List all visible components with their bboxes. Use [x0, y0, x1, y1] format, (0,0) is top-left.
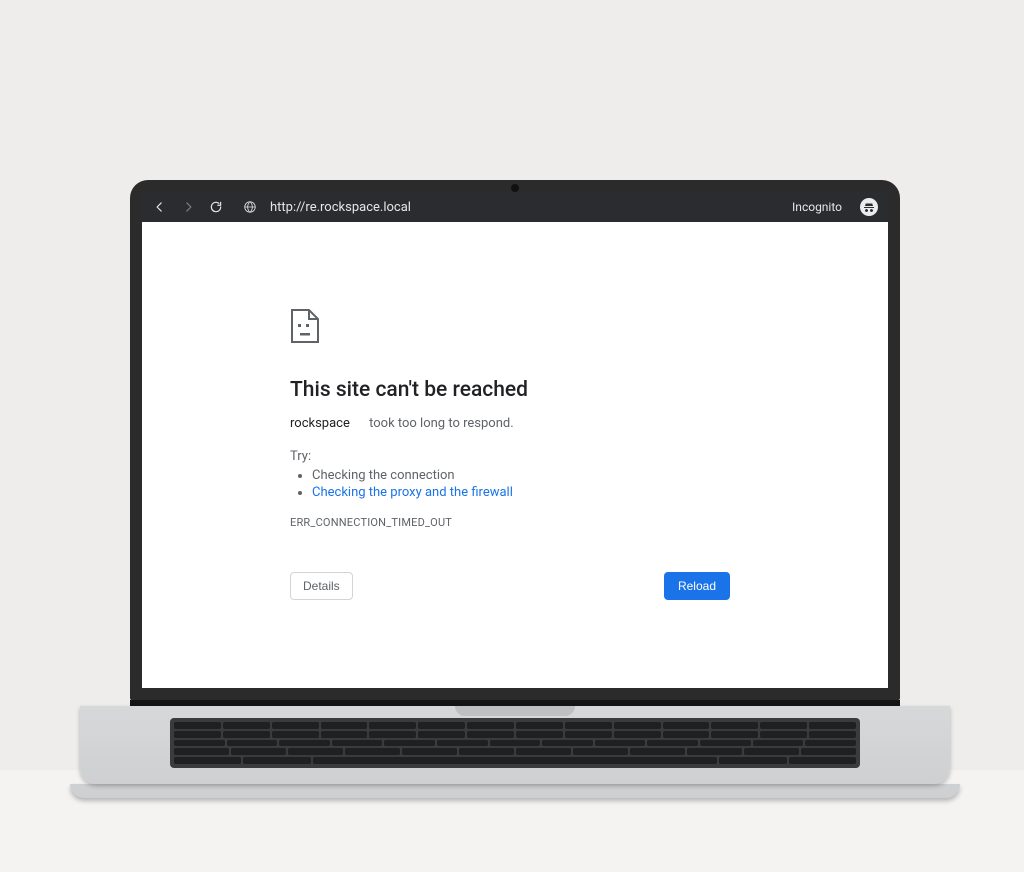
browser-toolbar: http://re.rockspace.local Incognito — [142, 192, 888, 222]
scene-background: http://re.rockspace.local Incognito — [0, 0, 1024, 872]
back-icon[interactable] — [152, 199, 168, 215]
sad-document-icon — [290, 308, 730, 344]
reload-button[interactable]: Reload — [664, 572, 730, 600]
webcam-dot — [511, 184, 519, 192]
error-subtitle: rockspace took too long to respond. — [290, 416, 730, 431]
error-subtitle-text: took too long to respond. — [369, 416, 514, 431]
forward-icon[interactable] — [180, 199, 196, 215]
address-bar-url[interactable]: http://re.rockspace.local — [270, 200, 411, 215]
try-label: Try: — [290, 449, 730, 464]
error-code: ERR_CONNECTION_TIMED_OUT — [290, 516, 730, 529]
button-row: Details Reload — [290, 572, 730, 600]
laptop-foot — [70, 784, 960, 798]
reload-icon[interactable] — [208, 199, 224, 215]
laptop-keyboard-deck — [80, 706, 950, 784]
globe-icon — [242, 199, 258, 215]
incognito-label: Incognito — [792, 200, 842, 214]
incognito-icon[interactable] — [860, 198, 878, 216]
laptop-notch — [455, 706, 575, 716]
browser-window: http://re.rockspace.local Incognito — [142, 192, 888, 688]
tips-list: Checking the connection Checking the pro… — [290, 468, 730, 500]
laptop: http://re.rockspace.local Incognito — [130, 180, 900, 798]
tip-connection: Checking the connection — [312, 468, 730, 483]
tip-proxy-link[interactable]: Checking the proxy and the firewall — [312, 485, 513, 500]
error-host: rockspace — [290, 416, 350, 431]
laptop-keyboard — [170, 718, 860, 768]
page-body: This site can't be reached rockspace too… — [142, 222, 888, 688]
error-title: This site can't be reached — [290, 378, 730, 402]
tip-proxy: Checking the proxy and the firewall — [312, 485, 730, 500]
laptop-screen-frame: http://re.rockspace.local Incognito — [130, 180, 900, 700]
details-button[interactable]: Details — [290, 572, 353, 600]
error-content: This site can't be reached rockspace too… — [290, 308, 730, 529]
